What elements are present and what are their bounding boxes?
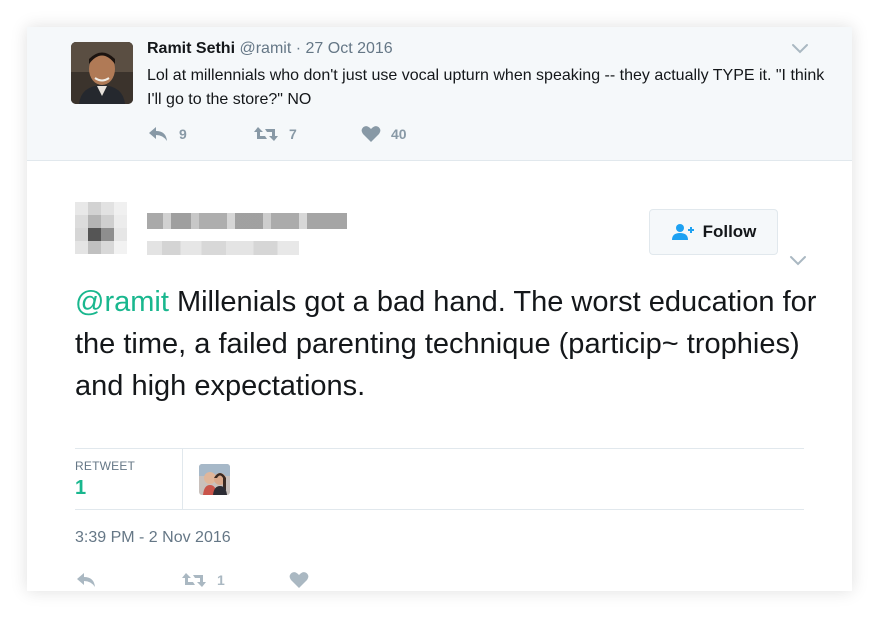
blurred-handle[interactable]	[147, 241, 299, 255]
parent-name-line: Ramit Sethi @ramit · 27 Oct 2016	[147, 40, 393, 58]
chevron-down-icon[interactable]	[791, 41, 809, 55]
retweet-stat-count[interactable]: 1	[75, 477, 86, 500]
tweet-date[interactable]: 27 Oct 2016	[306, 40, 393, 57]
chevron-down-icon[interactable]	[789, 253, 807, 267]
retweet-icon	[254, 127, 278, 141]
retweet-button[interactable]: 7	[253, 123, 297, 145]
tweet-card: Ramit Sethi @ramit · 27 Oct 2016 Lol at …	[27, 27, 852, 591]
blurred-display-name[interactable]	[147, 213, 347, 229]
mention-link[interactable]: @ramit	[75, 286, 169, 318]
tweet-timestamp[interactable]: 3:39 PM - 2 Nov 2016	[75, 529, 231, 547]
tweet-stats: RETWEET 1	[75, 448, 804, 510]
author-avatar[interactable]	[71, 42, 133, 104]
reply-icon	[77, 573, 95, 587]
follow-person-icon	[671, 224, 694, 240]
retweeter-avatar[interactable]	[199, 464, 230, 495]
follow-label: Follow	[702, 222, 757, 241]
reply-icon	[149, 127, 167, 141]
stats-divider	[182, 449, 183, 509]
main-tweet-body: Millenials got a bad hand. The worst edu…	[75, 286, 817, 402]
blurred-avatar[interactable]	[75, 202, 127, 254]
like-button[interactable]: 40	[361, 123, 407, 145]
like-count: 40	[391, 126, 407, 142]
reply-button[interactable]: 9	[147, 123, 187, 145]
follow-button[interactable]: Follow	[649, 209, 778, 255]
author-handle[interactable]: @ramit	[239, 40, 291, 57]
main-tweet-text: @ramit Millenials got a bad hand. The wo…	[75, 281, 835, 407]
heart-icon	[289, 572, 309, 588]
reply-count: 9	[179, 126, 187, 142]
heart-icon	[361, 126, 381, 142]
retweet-stat-label: RETWEET	[75, 459, 136, 473]
retweet-icon	[182, 573, 206, 587]
like-button[interactable]	[289, 569, 309, 591]
retweet-button[interactable]: 1	[181, 569, 225, 591]
retweet-count: 1	[217, 572, 225, 588]
parent-tweet-text: Lol at millennials who don't just use vo…	[147, 67, 825, 108]
main-tweet: Follow @ramit Millenials got a bad hand.…	[27, 161, 852, 591]
reply-button[interactable]	[75, 569, 97, 591]
author-name[interactable]: Ramit Sethi	[147, 40, 235, 57]
parent-tweet[interactable]: Ramit Sethi @ramit · 27 Oct 2016 Lol at …	[27, 27, 852, 161]
retweet-count: 7	[289, 126, 297, 142]
separator-dot: ·	[295, 40, 302, 57]
